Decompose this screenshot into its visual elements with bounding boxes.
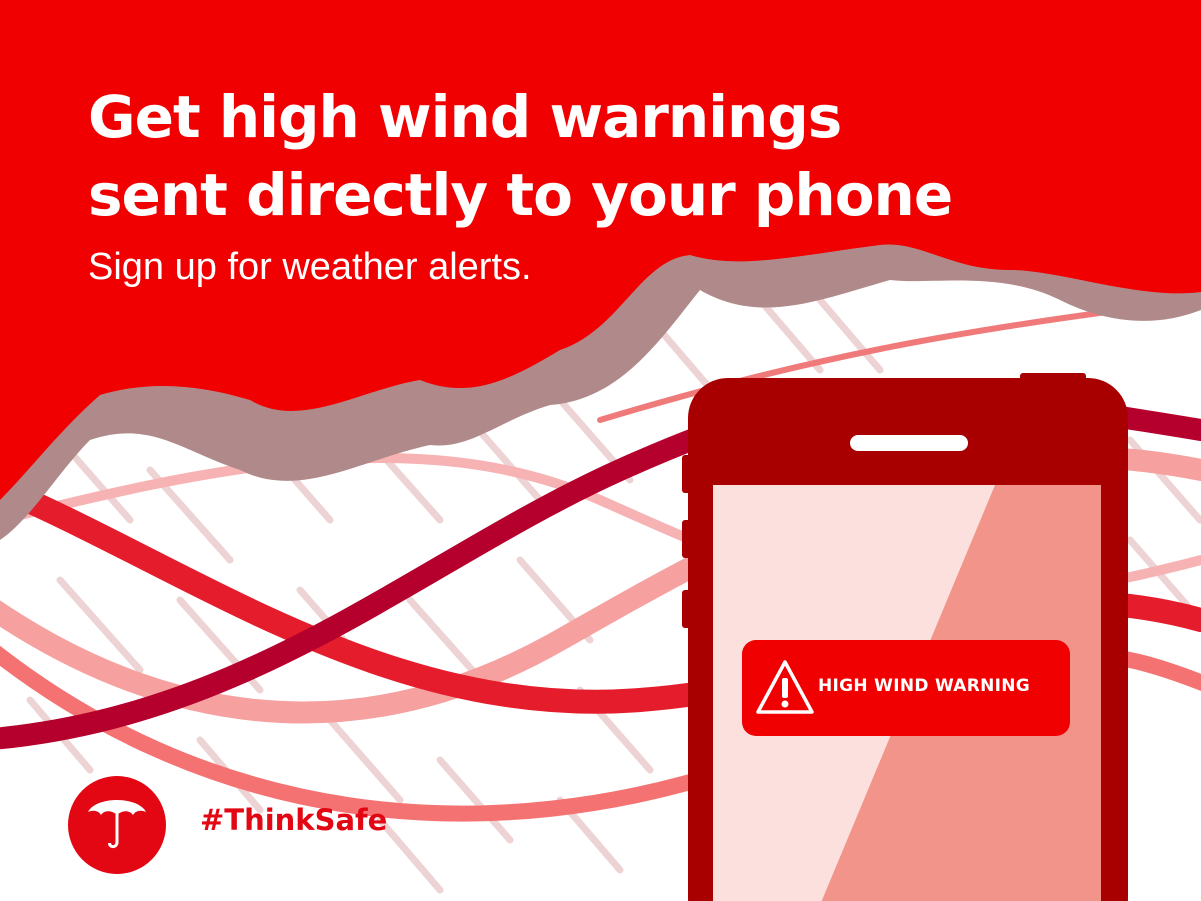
subhead: Sign up for weather alerts.: [88, 246, 532, 288]
hashtag: #ThinkSafe: [200, 803, 388, 837]
phone: [682, 373, 1128, 901]
alert-label: HIGH WIND WARNING: [818, 676, 1031, 696]
headline-line-2: sent directly to your phone: [88, 161, 953, 229]
headline: Get high wind warnings sent directly to …: [88, 78, 1088, 234]
phone-speaker: [850, 435, 968, 451]
umbrella-logo: [68, 776, 166, 874]
weather-alert-banner: Get high wind warnings sent directly to …: [0, 0, 1201, 901]
headline-line-1: Get high wind warnings: [88, 83, 842, 151]
